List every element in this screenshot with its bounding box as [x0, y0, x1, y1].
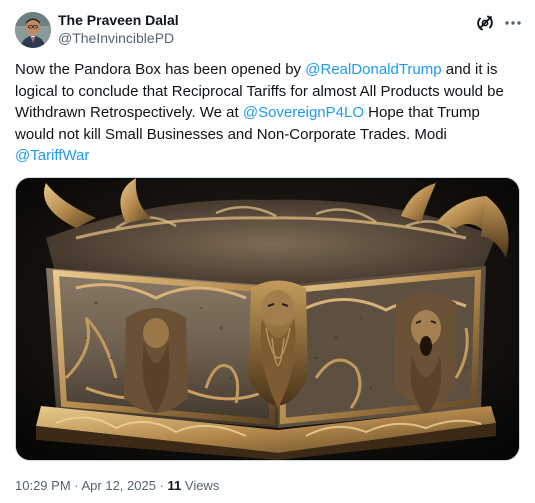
grok-icon — [477, 15, 493, 31]
tweet-timestamp-time[interactable]: 10:29 PM — [15, 478, 71, 493]
pandora-box-image — [16, 178, 519, 460]
more-icon — [505, 21, 521, 25]
mention-link-realdonaldtrump[interactable]: @RealDonaldTrump — [305, 61, 441, 78]
meta-separator: · — [155, 478, 168, 493]
tweet-text: Now the Pandora Box has been opened by @… — [15, 59, 520, 167]
tweet-meta: 10:29 PM · Apr 12, 2025 · 11 Views — [15, 477, 219, 495]
author-display-name[interactable]: The Praveen Dalal — [58, 12, 179, 29]
author-avatar[interactable] — [15, 12, 51, 48]
tweet-media[interactable] — [15, 177, 520, 461]
tweet-text-part-1: Now the Pandora Box has been opened by — [15, 61, 306, 78]
meta-separator: · — [70, 478, 82, 493]
more-options-button[interactable] — [503, 12, 523, 34]
avatar-icon — [15, 12, 51, 48]
views-count: 11 — [167, 478, 182, 493]
tweet-card: The Praveen Dalal @TheInvinciblePD Now t… — [0, 0, 535, 503]
views-label: Views — [181, 478, 220, 493]
mention-link-sovereignp4lo[interactable]: @SovereignP4LO — [243, 104, 364, 121]
tweet-timestamp-date[interactable]: Apr 12, 2025 — [82, 478, 156, 493]
author-handle[interactable]: @TheInvinciblePD — [58, 30, 174, 47]
grok-button[interactable] — [474, 12, 496, 34]
mention-link-tariffwar[interactable]: @TariffWar — [15, 147, 89, 164]
